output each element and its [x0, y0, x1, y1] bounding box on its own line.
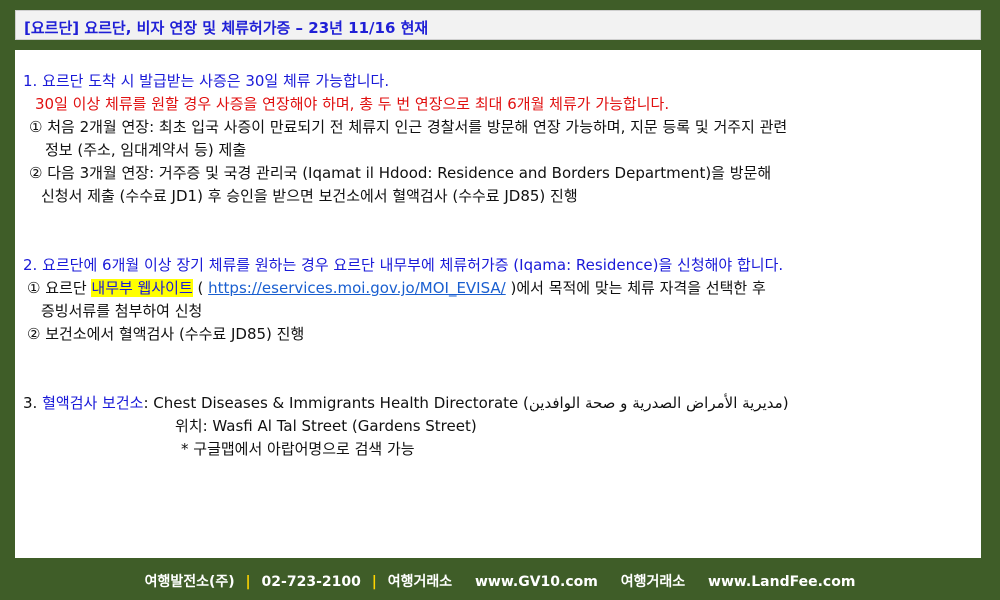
section1-item2-line2: 신청서 제출 (수수료 JD1) 후 승인을 받으면 보건소에서 혈액검사 (수… — [41, 187, 578, 205]
section1-item1-line1: ① 처음 2개월 연장: 최초 입국 사증이 만료되기 전 체류지 인근 경찰서… — [29, 118, 788, 136]
section1-item2-line1: ② 다음 3개월 연장: 거주증 및 국경 관리국 (Iqamat il Hdo… — [29, 164, 772, 182]
footer-bar: 여행발전소(주) | 02-723-2100 | 여행거래소 www.GV10.… — [0, 568, 1000, 596]
section2-item1-line1: ① 요르단 내무부 웹사이트 ( https://eservices.moi.g… — [23, 277, 973, 300]
footer-label1: 여행거래소 — [387, 574, 453, 590]
section3-facility: : Chest Diseases & Immigrants Health Dir… — [143, 394, 789, 412]
footer-site2[interactable]: www.LandFee.com — [708, 574, 855, 590]
section2-heading: 2. 요르단에 6개월 이상 장기 체류를 원하는 경우 요르단 내무부에 체류… — [23, 256, 784, 274]
footer-phone: 02-723-2100 — [261, 574, 361, 590]
section3-location: 위치: Wasfi Al Tal Street (Gardens Street) — [175, 417, 477, 435]
footer-separator: | — [371, 574, 377, 590]
footer-company: 여행발전소(주) — [144, 574, 235, 590]
section3-line1: 3. 혈액검사 보건소: Chest Diseases & Immigrants… — [23, 392, 973, 415]
footer-label2: 여행거래소 — [620, 574, 686, 590]
section3-label: 혈액검사 보건소 — [42, 394, 144, 412]
footer-separator: | — [245, 574, 251, 590]
title-bar: [요르단] 요르단, 비자 연장 및 체류허가증 – 23년 11/16 현재 — [15, 10, 981, 40]
page-title: [요르단] 요르단, 비자 연장 및 체류허가증 – 23년 11/16 현재 — [24, 19, 429, 37]
section1-heading: 1. 요르단 도착 시 발급받는 사증은 30일 체류 가능합니다. — [23, 72, 390, 90]
section2-item1-suffix: )에서 목적에 맞는 체류 자격을 선택한 후 — [505, 279, 766, 297]
section2-item1-prefix: ① 요르단 — [27, 279, 92, 297]
section3-note: * 구글맵에서 아랍어명으로 검색 가능 — [181, 440, 415, 458]
section1-item1-line2: 정보 (주소, 임대계약서 등) 제출 — [45, 141, 247, 159]
content-panel: 1. 요르단 도착 시 발급받는 사증은 30일 체류 가능합니다. 30일 이… — [15, 50, 981, 558]
section3-number: 3. — [23, 394, 43, 412]
paren-open: ( — [192, 279, 209, 297]
moi-evisa-link[interactable]: https://eservices.moi.gov.jo/MOI_EVISA/ — [208, 279, 506, 297]
section2-item1-line2: 증빙서류를 첨부하여 신청 — [41, 302, 203, 320]
section2-item2: ② 보건소에서 혈액검사 (수수료 JD85) 진행 — [27, 325, 305, 343]
moi-website-highlight: 내무부 웹사이트 — [91, 279, 193, 297]
section1-warning: 30일 이상 체류를 원할 경우 사증을 연장해야 하며, 총 두 번 연장으로… — [35, 95, 670, 113]
footer-site1[interactable]: www.GV10.com — [475, 574, 598, 590]
